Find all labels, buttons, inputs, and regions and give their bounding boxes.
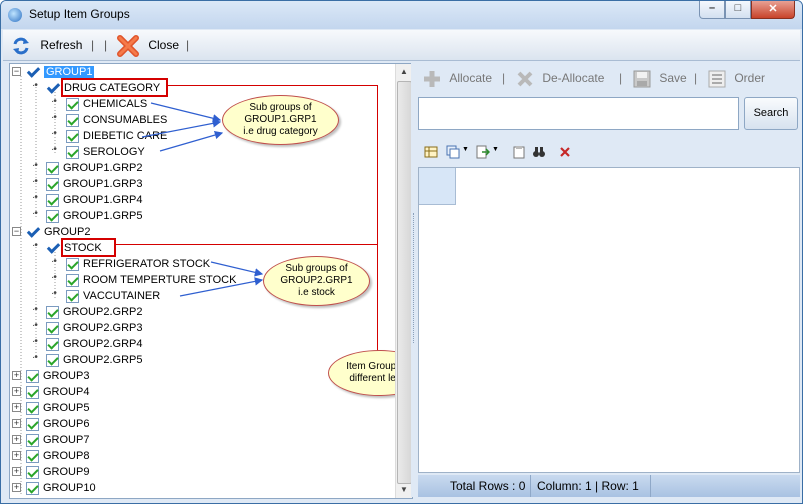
save-button[interactable]: Save xyxy=(632,69,687,88)
scroll-up-arrow-icon[interactable]: ▲ xyxy=(396,64,412,80)
status-divider xyxy=(650,475,651,497)
dropdown-arrow-icon[interactable]: ▼ xyxy=(492,146,499,153)
order-label: Order xyxy=(734,71,766,86)
search-label: Search xyxy=(753,107,789,119)
close-x-icon xyxy=(117,35,139,57)
allocation-pane: Allocate | De-Allocate | Save | Order Se… xyxy=(418,63,800,497)
pane-splitter[interactable] xyxy=(411,63,418,497)
window-close-button[interactable]: ✕ xyxy=(751,1,795,19)
refresh-label: Refresh xyxy=(40,38,83,52)
callout-line: GROUP1.GRP1 xyxy=(244,114,317,125)
plus-icon xyxy=(424,71,440,87)
total-rows-status: Total Rows : 0 xyxy=(450,479,526,493)
save-disk-icon xyxy=(633,70,651,88)
maximize-button[interactable]: □ xyxy=(725,1,751,19)
app-icon xyxy=(8,8,22,22)
binoculars-icon[interactable] xyxy=(532,145,546,159)
delete-x-icon[interactable] xyxy=(558,145,572,159)
save-label: Save xyxy=(659,71,687,86)
export-icon[interactable] xyxy=(476,145,490,159)
search-input[interactable] xyxy=(418,97,739,130)
order-list-icon xyxy=(708,70,726,88)
toolbar-separator: | xyxy=(186,38,190,52)
group-tree[interactable]: − GROUP1 ·• DRUG CATEGORY ·• CHEMICALS ·… xyxy=(9,63,413,499)
callout-line: i.e drug category xyxy=(243,126,318,137)
setup-item-groups-window: Setup Item Groups – □ ✕ Refresh | | Clos… xyxy=(0,0,803,504)
toolbar-separator: | xyxy=(104,38,108,52)
main-toolbar: Refresh | | Close | xyxy=(3,30,800,61)
splitter-grip xyxy=(413,213,417,343)
deallocate-label: De-Allocate xyxy=(542,71,605,86)
grid-corner-cell[interactable] xyxy=(419,168,456,205)
toolbar-separator: | xyxy=(619,71,623,85)
callout-line: Sub groups of xyxy=(285,263,348,274)
status-bar: Total Rows : 0 Column: 1 | Row: 1 xyxy=(418,475,800,497)
column-row-status: Column: 1 | Row: 1 xyxy=(537,479,639,493)
tree-scrollbar[interactable]: ▲ ▼ xyxy=(395,64,412,498)
grid-toolbar: ▼ ▼ xyxy=(418,143,800,163)
order-button[interactable]: Order xyxy=(707,69,766,88)
deallocate-button[interactable]: De-Allocate xyxy=(515,69,604,87)
scroll-thumb[interactable] xyxy=(397,81,412,484)
dropdown-arrow-icon[interactable]: ▼ xyxy=(462,146,469,153)
scroll-down-arrow-icon[interactable]: ▼ xyxy=(396,482,412,498)
close-icon: ✕ xyxy=(768,3,778,15)
close-button[interactable]: Close xyxy=(117,35,180,57)
minimize-icon: – xyxy=(708,2,716,14)
callout-subgroups-group2: Sub groups of GROUP2.GRP1 i.e stock xyxy=(263,256,370,306)
copy-icon[interactable] xyxy=(446,145,460,159)
callout-line: Sub groups of xyxy=(249,102,312,113)
toolbar-separator: | xyxy=(694,71,698,85)
window-title: Setup Item Groups xyxy=(29,7,130,21)
grid-icon[interactable] xyxy=(424,145,438,159)
allocate-label: Allocate xyxy=(449,71,493,86)
refresh-button[interactable]: Refresh xyxy=(11,35,82,55)
remove-x-icon xyxy=(517,71,533,87)
callout-line: GROUP2.GRP1 xyxy=(280,275,353,286)
status-divider xyxy=(530,475,531,497)
callout-subgroups-group1: Sub groups of GROUP1.GRP1 i.e drug categ… xyxy=(222,95,339,145)
toolbar-separator: | xyxy=(91,38,95,52)
minimize-button[interactable]: – xyxy=(699,1,725,19)
search-button[interactable]: Search xyxy=(744,97,798,130)
allocation-grid[interactable] xyxy=(418,167,800,473)
clipboard-icon[interactable] xyxy=(512,145,526,159)
close-label: Close xyxy=(148,38,180,53)
maximize-icon: □ xyxy=(734,2,742,14)
title-bar: Setup Item Groups – □ ✕ xyxy=(1,1,802,29)
allocation-toolbar: Allocate | De-Allocate | Save | Order xyxy=(418,63,800,93)
allocate-button[interactable]: Allocate xyxy=(422,69,492,87)
refresh-icon xyxy=(13,37,29,55)
callout-line: i.e stock xyxy=(298,287,335,298)
toolbar-separator: | xyxy=(502,71,506,85)
